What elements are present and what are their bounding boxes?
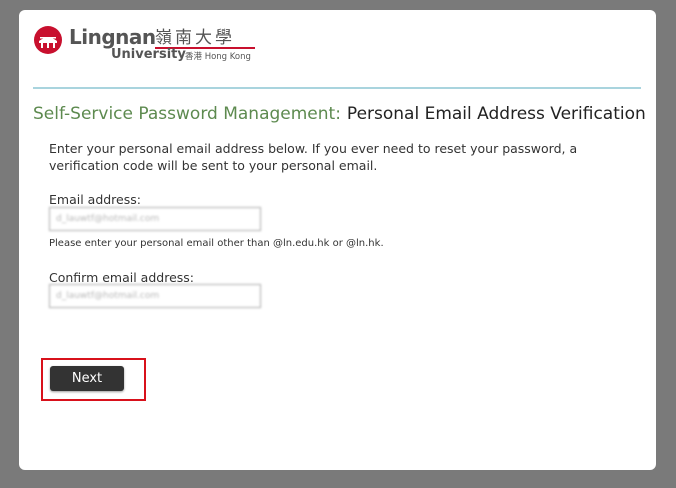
page-heading: Personal Email Address Verification — [346, 104, 646, 124]
logo-subtitle-small: 香港 Hong Kong — [185, 52, 251, 62]
page-title: Self-Service Password Management: Persona… — [33, 103, 646, 125]
intro-text: Enter your personal email address below.… — [49, 141, 578, 173]
email-hint: Please enter your personal email other t… — [49, 238, 384, 249]
header-divider — [33, 87, 641, 89]
logo-name: Lingnan — [69, 25, 156, 49]
logo-name-cjk: 嶺南大學 — [155, 28, 235, 48]
email-field[interactable] — [49, 207, 261, 231]
email-label: Email address: — [49, 192, 141, 207]
next-button[interactable]: Next — [50, 366, 124, 391]
lingnan-university-logo: Lingnan 嶺南大學 University 香港 Hong Kong — [33, 24, 263, 64]
confirm-email-field[interactable] — [49, 284, 261, 308]
page-section: Self-Service Password Management: — [33, 104, 341, 124]
main-card: Lingnan 嶺南大學 University 香港 Hong Kong Sel… — [19, 10, 656, 470]
lingnan-emblem-icon — [34, 26, 62, 54]
logo-subtitle: University — [111, 47, 186, 62]
